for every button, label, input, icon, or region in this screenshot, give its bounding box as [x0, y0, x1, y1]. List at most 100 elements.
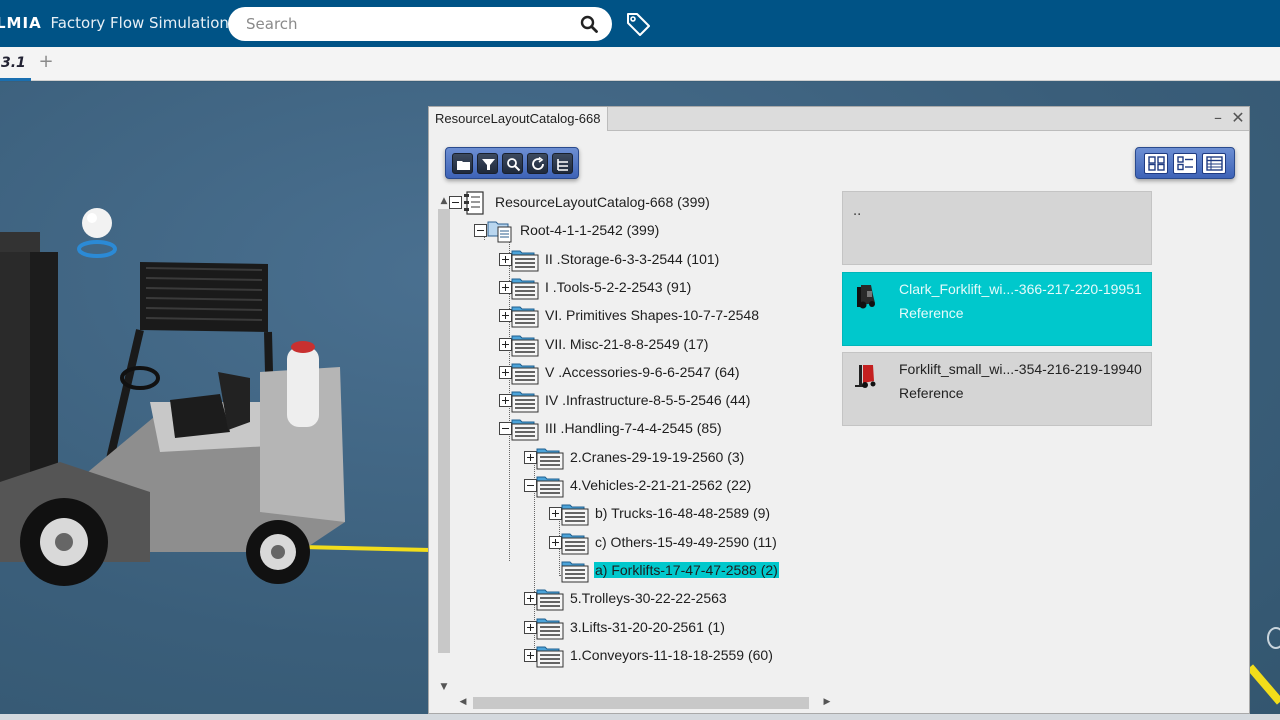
chapter-icon: [561, 559, 589, 583]
tree-node[interactable]: 4.Vehicles-2-21-21-2562 (22): [524, 474, 829, 498]
catalog-tree[interactable]: ▲ ▼ ◀ ▶ ResourceLayoutCatalog-668 (399) R…: [429, 191, 833, 711]
folder-icon: [457, 161, 470, 170]
window-title-bar[interactable]: ResourceLayoutCatalog-668 – ✕: [429, 107, 1249, 131]
chapter-icon: [511, 304, 539, 328]
chapter-icon: [511, 333, 539, 357]
tree-node[interactable]: c) Others-15-49-49-2590 (11): [549, 531, 829, 555]
tree-node-label[interactable]: V .Accessories-9-6-6-2547 (64): [544, 364, 741, 380]
tag-icon[interactable]: [624, 10, 652, 38]
tab-strip: 3.1 +: [0, 47, 1280, 81]
search-icon[interactable]: [580, 15, 598, 33]
open-folder-button[interactable]: [452, 153, 473, 174]
tree-node[interactable]: IV .Infrastructure-8-5-5-2546 (44): [499, 389, 829, 413]
scroll-down-icon[interactable]: ▼: [438, 681, 450, 693]
top-bar: LMIA Factory Flow Simulation: [0, 0, 1280, 47]
forklift-red-icon: [855, 365, 876, 388]
item-type: Reference: [899, 385, 964, 401]
close-button[interactable]: ✕: [1229, 109, 1247, 127]
bottom-strip: [0, 714, 1280, 720]
tree-node[interactable]: II .Storage-6-3-3-2544 (101): [499, 248, 829, 272]
grid-view-icon: [1148, 156, 1165, 171]
view-mode-toolbar: [1135, 147, 1235, 179]
tree-node-label[interactable]: III .Handling-7-4-4-2545 (85): [544, 420, 723, 436]
scrollbar-track[interactable]: [473, 697, 809, 709]
parent-folder-label: ..: [853, 204, 862, 219]
search-input[interactable]: [246, 14, 566, 34]
chapter-icon: [536, 446, 564, 470]
add-tab-button[interactable]: +: [38, 51, 54, 72]
refresh-button[interactable]: [527, 153, 548, 174]
scroll-left-icon[interactable]: ◀: [457, 696, 469, 708]
tree-node[interactable]: 2.Cranes-29-19-19-2560 (3): [524, 446, 829, 470]
tree-node-label[interactable]: 3.Lifts-31-20-20-2561 (1): [569, 619, 726, 635]
tree-node[interactable]: VII. Misc-21-8-8-2549 (17): [499, 333, 829, 357]
tree-node[interactable]: 3.Lifts-31-20-20-2561 (1): [524, 616, 829, 640]
thumbnail-view-button[interactable]: [1144, 153, 1168, 174]
scrollbar-track[interactable]: [438, 209, 450, 653]
tab-3-1[interactable]: 3.1: [0, 47, 31, 81]
app-brand: LMIA: [0, 14, 42, 32]
parent-folder-item[interactable]: ..: [842, 191, 1152, 265]
magnifier-icon: [507, 158, 521, 172]
tree-node[interactable]: I .Tools-5-2-2-2543 (91): [499, 276, 829, 300]
tree-node[interactable]: ResourceLayoutCatalog-668 (399): [449, 191, 829, 215]
table-view-icon: [1206, 156, 1223, 171]
tree-node-label[interactable]: 1.Conveyors-11-18-18-2559 (60): [569, 647, 774, 663]
app-title: LMIA Factory Flow Simulation: [0, 14, 229, 32]
tree-horizontal-scrollbar[interactable]: ◀ ▶: [453, 695, 833, 709]
minimize-button[interactable]: –: [1209, 109, 1227, 127]
chapter-icon: [536, 616, 564, 640]
search-catalog-button[interactable]: [502, 153, 523, 174]
catalog-icon: [461, 191, 489, 215]
list-view-icon: [1177, 156, 1193, 171]
detail-view-button[interactable]: [1202, 153, 1226, 174]
tree-node-label[interactable]: 5.Trolleys-30-22-22-2563: [569, 590, 728, 606]
filter-button[interactable]: [477, 153, 498, 174]
tree-node[interactable]: III .Handling-7-4-4-2545 (85): [499, 417, 829, 441]
tree-node-label[interactable]: ResourceLayoutCatalog-668 (399): [494, 194, 711, 210]
forklift-dark-icon: [857, 285, 875, 309]
filter-icon: [482, 159, 495, 170]
list-item-clark-forklift[interactable]: Clark_Forklift_wi...-366-217-220-19951 R…: [842, 272, 1152, 346]
root-chapter-icon: [486, 219, 514, 243]
search-box[interactable]: [228, 7, 612, 41]
tree-node-label[interactable]: I .Tools-5-2-2-2543 (91): [544, 279, 692, 295]
tree-node-label[interactable]: 2.Cranes-29-19-19-2560 (3): [569, 449, 745, 465]
tree-node[interactable]: Root-4-1-1-2542 (399): [474, 219, 829, 243]
tree-node-label[interactable]: 4.Vehicles-2-21-21-2562 (22): [569, 477, 752, 493]
tree-node-label[interactable]: c) Others-15-49-49-2590 (11): [594, 534, 778, 550]
tab-label: 3.1: [1, 55, 26, 71]
chapter-icon: [511, 276, 539, 300]
tree-node-label[interactable]: II .Storage-6-3-3-2544 (101): [544, 251, 720, 267]
tree-vertical-scrollbar[interactable]: ▲ ▼: [437, 195, 451, 692]
item-title: Forklift_small_wi...-354-216-219-19940: [899, 361, 1142, 377]
item-type: Reference: [899, 305, 964, 321]
tree-node-label[interactable]: VI. Primitives Shapes-10-7-7-2548: [544, 307, 760, 323]
chapter-icon: [561, 531, 589, 555]
list-view-button[interactable]: [1173, 153, 1197, 174]
tree-structure-icon: [557, 159, 568, 171]
tree-node-label[interactable]: IV .Infrastructure-8-5-5-2546 (44): [544, 392, 751, 408]
chapter-icon: [536, 474, 564, 498]
app-name: Factory Flow Simulation: [50, 14, 229, 32]
window-title: ResourceLayoutCatalog-668: [429, 107, 608, 131]
tree-node-label[interactable]: a) Forklifts-17-47-47-2588 (2): [594, 561, 779, 578]
catalog-toolbar: [445, 147, 579, 179]
tree-node[interactable]: 1.Conveyors-11-18-18-2559 (60): [524, 644, 829, 668]
tree-node[interactable]: b) Trucks-16-48-48-2589 (9): [549, 502, 829, 526]
tree-node-label[interactable]: b) Trucks-16-48-48-2589 (9): [594, 505, 771, 521]
tree-node[interactable]: V .Accessories-9-6-6-2547 (64): [499, 361, 829, 385]
tree-view-button[interactable]: [552, 153, 573, 174]
chapter-icon: [536, 644, 564, 668]
item-title: Clark_Forklift_wi...-366-217-220-19951: [899, 281, 1142, 297]
tree-node[interactable]: 5.Trolleys-30-22-22-2563: [524, 587, 829, 611]
list-item-forklift-small[interactable]: Forklift_small_wi...-354-216-219-19940 R…: [842, 352, 1152, 426]
catalog-window: ResourceLayoutCatalog-668 – ✕ ▲ ▼ ◀ ▶ Re…: [428, 106, 1250, 714]
tree-node-label[interactable]: Root-4-1-1-2542 (399): [519, 222, 660, 238]
chapter-icon: [511, 248, 539, 272]
chapter-icon: [561, 502, 589, 526]
tree-node-label[interactable]: VII. Misc-21-8-8-2549 (17): [544, 336, 709, 352]
tree-node[interactable]: VI. Primitives Shapes-10-7-7-2548: [499, 304, 829, 328]
scroll-right-icon[interactable]: ▶: [821, 696, 833, 708]
tree-node[interactable]: a) Forklifts-17-47-47-2588 (2): [549, 559, 829, 583]
